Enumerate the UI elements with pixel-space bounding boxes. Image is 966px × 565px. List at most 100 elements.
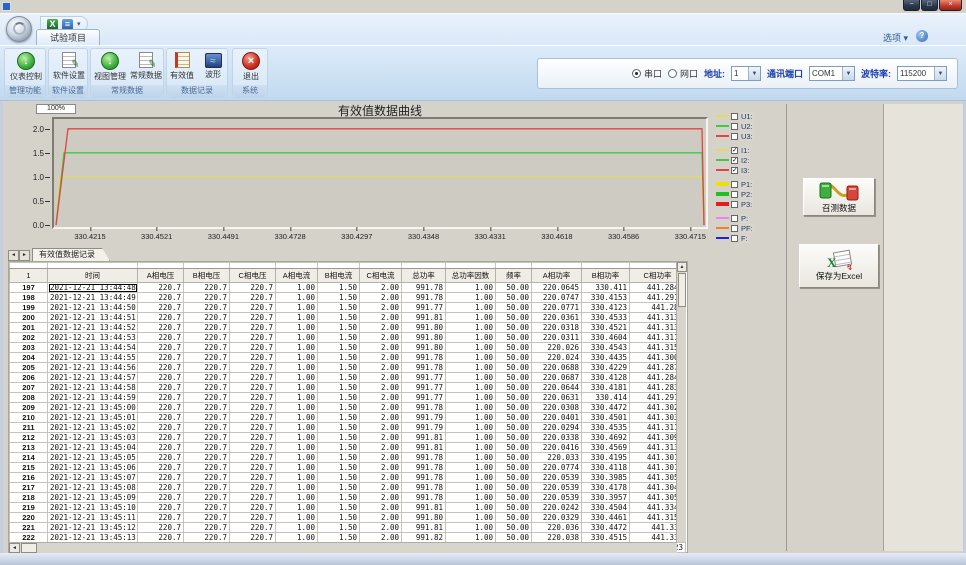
table-row[interactable]: 2142021-12-21 13:45:05220.7220.7220.71.0… bbox=[10, 453, 686, 463]
serial-radio[interactable]: 串口 bbox=[632, 67, 662, 80]
rms-record-button[interactable]: 有效值 bbox=[167, 51, 197, 87]
fetch-data-button[interactable]: 召测数据 bbox=[803, 178, 875, 216]
baud-rate-select[interactable]: 115200 ▼ bbox=[897, 66, 947, 81]
column-header[interactable]: C相电流 bbox=[360, 269, 402, 283]
column-header[interactable]: 时间 bbox=[48, 269, 138, 283]
table-row[interactable]: 2132021-12-21 13:45:04220.7220.7220.71.0… bbox=[10, 443, 686, 453]
table-row[interactable]: 2012021-12-21 13:44:52220.7220.7220.71.0… bbox=[10, 323, 686, 333]
application-menu-orb[interactable] bbox=[6, 16, 32, 42]
legend-checkbox[interactable] bbox=[731, 225, 738, 232]
software-settings-button[interactable]: ✎ 软件设置 bbox=[51, 51, 87, 87]
vertical-scroll-thumb[interactable] bbox=[678, 273, 686, 307]
legend-checkbox[interactable] bbox=[731, 201, 738, 208]
window-titlebar[interactable]: − □ × bbox=[0, 0, 966, 13]
x-tick-label: 330.4297 bbox=[341, 232, 372, 241]
scroll-up-icon[interactable]: ▲ bbox=[677, 262, 687, 272]
table-row[interactable]: 2152021-12-21 13:45:06220.7220.7220.71.0… bbox=[10, 463, 686, 473]
column-header[interactable]: C相电压 bbox=[230, 269, 276, 283]
legend-checkbox[interactable] bbox=[731, 215, 738, 222]
maximize-button[interactable]: □ bbox=[921, 0, 938, 11]
vertical-scrollbar[interactable]: ▲ bbox=[676, 262, 686, 542]
table-row[interactable]: 2022021-12-21 13:44:53220.7220.7220.71.0… bbox=[10, 333, 686, 343]
table-row[interactable]: 2122021-12-21 13:45:03220.7220.7220.71.0… bbox=[10, 433, 686, 443]
column-header[interactable]: 频率 bbox=[496, 269, 532, 283]
tab-rms-data-record[interactable]: 有效值数据记录 bbox=[32, 248, 110, 261]
legend-checkbox[interactable]: ✓ bbox=[731, 157, 738, 164]
horizontal-scroll-thumb[interactable] bbox=[21, 543, 37, 553]
table-row[interactable]: 2082021-12-21 13:44:59220.7220.7220.71.0… bbox=[10, 393, 686, 403]
general-data-button[interactable]: ✎ 常规数据 bbox=[128, 51, 164, 87]
table-row[interactable]: 1972021-12-21 13:44:48220.7220.7220.71.0… bbox=[10, 283, 686, 293]
table-row[interactable]: 2172021-12-21 13:45:08220.7220.7220.71.0… bbox=[10, 483, 686, 493]
table-corner-cell[interactable]: 1 bbox=[10, 269, 48, 283]
comm-port-dropdown-icon[interactable]: ▼ bbox=[842, 67, 854, 80]
column-header[interactable]: B相电流 bbox=[318, 269, 360, 283]
scroll-left-icon[interactable]: ◄ bbox=[9, 543, 20, 553]
network-radio[interactable]: 网口 bbox=[668, 67, 698, 80]
table-row[interactable]: 2102021-12-21 13:45:01220.7220.7220.71.0… bbox=[10, 413, 686, 423]
chart-y-axis: 2.01.51.00.50.0 bbox=[18, 119, 50, 227]
waveform-button[interactable]: ≈ 波形 bbox=[198, 51, 228, 87]
quick-access-dropdown-icon[interactable]: ▾ bbox=[77, 20, 81, 28]
table-row[interactable]: 2062021-12-21 13:44:57220.7220.7220.71.0… bbox=[10, 373, 686, 383]
tab-test-project[interactable]: 试验项目 bbox=[36, 29, 100, 46]
column-header[interactable]: 总功率 bbox=[402, 269, 446, 283]
options-menu[interactable]: 选项 ▾ bbox=[883, 31, 908, 44]
chart-plot-area[interactable] bbox=[52, 117, 708, 229]
column-header[interactable]: A相电压 bbox=[138, 269, 184, 283]
side-panel: 召测数据 X ↯ 保存为Excel bbox=[786, 104, 963, 551]
horizontal-scrollbar[interactable]: ◄ bbox=[9, 542, 677, 553]
column-header[interactable]: A相功率 bbox=[532, 269, 582, 283]
table-row[interactable]: 2072021-12-21 13:44:58220.7220.7220.71.0… bbox=[10, 383, 686, 393]
legend-checkbox[interactable]: ✓ bbox=[731, 147, 738, 154]
quick-access-excel-icon[interactable]: X bbox=[47, 19, 58, 30]
table-row[interactable]: 2112021-12-21 13:45:02220.7220.7220.71.0… bbox=[10, 423, 686, 433]
legend-checkbox[interactable] bbox=[731, 181, 738, 188]
baud-rate-dropdown-icon[interactable]: ▼ bbox=[934, 67, 946, 80]
legend-checkbox[interactable] bbox=[731, 123, 738, 130]
table-row[interactable]: 2162021-12-21 13:45:07220.7220.7220.71.0… bbox=[10, 473, 686, 483]
legend-checkbox[interactable]: ✓ bbox=[731, 167, 738, 174]
save-excel-button[interactable]: X ↯ 保存为Excel bbox=[799, 244, 879, 288]
table-row[interactable]: 2032021-12-21 13:44:54220.7220.7220.71.0… bbox=[10, 343, 686, 353]
table-row[interactable]: 2052021-12-21 13:44:56220.7220.7220.71.0… bbox=[10, 363, 686, 373]
legend-checkbox[interactable] bbox=[731, 133, 738, 140]
table-row[interactable]: 2182021-12-21 13:45:09220.7220.7220.71.0… bbox=[10, 493, 686, 503]
table-row[interactable]: 2192021-12-21 13:45:10220.7220.7220.71.0… bbox=[10, 503, 686, 513]
exit-button[interactable]: × 退出 bbox=[233, 51, 269, 87]
chart-x-axis: 330.4215330.4521330.4491330.4728330.4297… bbox=[52, 232, 708, 244]
table-row[interactable]: 2202021-12-21 13:45:11220.7220.7220.71.0… bbox=[10, 513, 686, 523]
selected-cell[interactable]: 2021-12-21 13:44:48 bbox=[48, 283, 138, 293]
table-row[interactable]: 2002021-12-21 13:44:51220.7220.7220.71.0… bbox=[10, 313, 686, 323]
column-header[interactable]: B相功率 bbox=[582, 269, 630, 283]
legend-item-p3: P3: bbox=[716, 200, 772, 208]
legend-checkbox[interactable] bbox=[731, 235, 738, 242]
column-header[interactable]: 总功率因数 bbox=[446, 269, 496, 283]
table-row[interactable]: 2222021-12-21 13:45:13220.7220.7220.71.0… bbox=[10, 533, 686, 543]
table-row[interactable]: 2212021-12-21 13:45:12220.7220.7220.71.0… bbox=[10, 523, 686, 533]
help-icon[interactable]: ? bbox=[916, 30, 928, 42]
quick-access-tool-icon[interactable]: ≡ bbox=[62, 19, 73, 30]
minimize-button[interactable]: − bbox=[903, 0, 920, 11]
chart-legend: U1:U2:U3:✓I1:✓I2:✓I3:P1:P2:P3:P:PF:F: bbox=[716, 112, 772, 244]
close-button[interactable]: × bbox=[939, 0, 962, 11]
column-header[interactable]: A相电流 bbox=[276, 269, 318, 283]
address-select[interactable]: 1 ▼ bbox=[731, 66, 761, 81]
address-dropdown-icon[interactable]: ▼ bbox=[748, 67, 760, 80]
column-header[interactable]: B相电压 bbox=[184, 269, 230, 283]
legend-item-u1: U1: bbox=[716, 112, 772, 120]
tab-scroll-left-icon[interactable]: ◄ bbox=[8, 250, 19, 261]
legend-checkbox[interactable] bbox=[731, 191, 738, 198]
legend-checkbox[interactable] bbox=[731, 113, 738, 120]
view-manage-button[interactable]: ↓ 视图管理 bbox=[92, 51, 128, 87]
tab-scroll-right-icon[interactable]: ► bbox=[19, 250, 30, 261]
chart-lines bbox=[54, 119, 706, 227]
serial-radio-icon bbox=[632, 69, 641, 78]
table-row[interactable]: 2042021-12-21 13:44:55220.7220.7220.71.0… bbox=[10, 353, 686, 363]
table-row[interactable]: 2092021-12-21 13:45:00220.7220.7220.71.0… bbox=[10, 403, 686, 413]
comm-port-select[interactable]: COM1 ▼ bbox=[809, 66, 855, 81]
legend-label: P3: bbox=[740, 200, 753, 209]
table-row[interactable]: 1982021-12-21 13:44:49220.7220.7220.71.0… bbox=[10, 293, 686, 303]
instrument-control-button[interactable]: ↓ 仪表控制 bbox=[8, 51, 44, 87]
table-row[interactable]: 1992021-12-21 13:44:50220.7220.7220.71.0… bbox=[10, 303, 686, 313]
